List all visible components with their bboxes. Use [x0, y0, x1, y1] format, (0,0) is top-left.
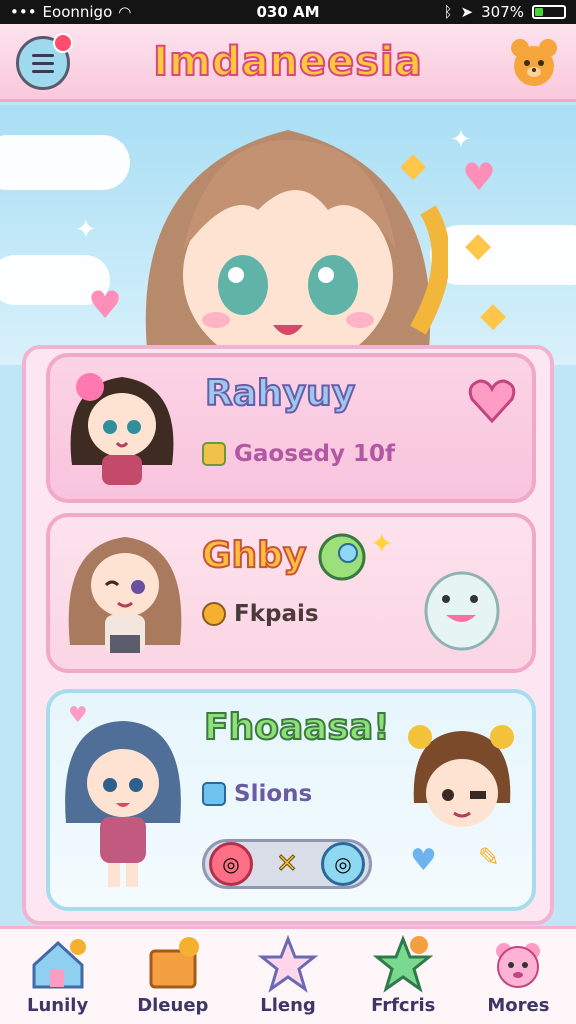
subtitle-text: Fkpais — [234, 601, 319, 627]
nav-label: Lunily — [27, 995, 89, 1016]
sparkle-icon: ✦ — [370, 527, 394, 560]
character-name: Ghby — [201, 534, 307, 577]
status-time: 030 AM — [256, 3, 320, 21]
coin-icon — [202, 602, 226, 626]
status-bar: ••• Eoonnigo ◠ 030 AM ᛒ ➤ 307% — [0, 0, 576, 24]
toggle-right-button[interactable]: ◎ — [320, 842, 365, 886]
battery-percent: 307% — [481, 3, 524, 21]
character-panel: Rahyuy Gaosedy 10f Ghby ✦ Fkpais ♥ Fhoaa… — [22, 345, 554, 925]
character-card[interactable]: Ghby ✦ Fkpais — [46, 513, 536, 673]
green-star-icon — [373, 935, 434, 993]
star-icon — [258, 935, 318, 993]
subtitle-text: Gaosedy 10f — [234, 441, 395, 467]
bottom-nav: Lunily Dleuep Lleng Frfcris Mores — [0, 926, 576, 1024]
avatar — [408, 725, 514, 827]
bear-icon — [496, 943, 541, 988]
nav-item-star[interactable]: Lleng — [230, 929, 345, 1024]
heart-icon: ♥ — [462, 155, 497, 199]
blue-square-icon — [202, 782, 226, 806]
character-card[interactable]: Rahyuy Gaosedy 10f — [46, 353, 536, 503]
bluetooth-icon: ᛒ — [443, 3, 453, 21]
nav-item-more[interactable]: Mores — [461, 929, 576, 1024]
app-header: Imdaneesia — [0, 24, 576, 102]
box-icon — [149, 937, 199, 989]
toggle-mid-icon: ✕ — [276, 849, 299, 880]
nav-item-home[interactable]: Lunily — [0, 929, 115, 1024]
menu-icon — [32, 53, 54, 57]
sparkle-icon: ✦ — [75, 215, 97, 245]
avatar — [68, 537, 182, 653]
hero-character — [145, 130, 448, 365]
nav-label: Lleng — [260, 995, 316, 1016]
brush-icon: ✎ — [478, 843, 500, 873]
nav-item-box[interactable]: Dleuep — [115, 929, 230, 1024]
carrier-label: Eoonnigo — [42, 3, 113, 21]
app-title: Imdaneesia — [152, 38, 423, 86]
character-name: Rahyuy — [204, 372, 356, 415]
bubble-icon[interactable] — [316, 531, 372, 583]
avatar — [65, 721, 181, 887]
nav-label: Dleuep — [137, 995, 209, 1016]
subtitle-text: Slions — [234, 781, 313, 807]
star-icon: ◆ — [465, 225, 492, 265]
sparkle-icon: ✦ — [450, 125, 472, 155]
character-subtitle: Slions — [202, 781, 312, 807]
nav-label: Mores — [487, 995, 550, 1016]
menu-button[interactable] — [16, 33, 73, 90]
character-subtitle: Gaosedy 10f — [202, 441, 395, 467]
character-name: Fhoaasa! — [203, 706, 391, 749]
star-icon: ◆ — [480, 295, 507, 335]
pet-icon — [424, 571, 500, 651]
nav-item-friends[interactable]: Frfcris — [346, 929, 461, 1024]
pencil-square-icon — [202, 442, 226, 466]
heart-icon: ♥ — [68, 703, 88, 728]
signal-icon: ••• — [10, 3, 37, 21]
location-icon: ➤ — [460, 3, 474, 21]
heart-icon[interactable] — [466, 375, 518, 427]
character-subtitle: Fkpais — [202, 601, 319, 627]
notification-badge — [53, 33, 73, 53]
heart-icon: ♥ — [88, 283, 123, 327]
bear-icon[interactable] — [506, 34, 562, 90]
wifi-icon: ◠ — [118, 3, 132, 21]
house-icon — [32, 939, 86, 989]
hero-banner: ✦ ✦ ♥ ♥ ◆ ◆ ◆ — [0, 105, 576, 365]
action-toggle[interactable]: ◎ ✕ ◎ — [202, 839, 372, 889]
nav-label: Frfcris — [371, 995, 436, 1016]
character-card[interactable]: ♥ Fhoaasa! Slions ◎ ✕ ◎ ♥ ✎ — [46, 689, 536, 911]
toggle-left-button[interactable]: ◎ — [209, 842, 253, 886]
heart-icon: ♥ — [410, 843, 437, 878]
avatar — [70, 373, 174, 485]
battery-icon — [532, 5, 566, 19]
